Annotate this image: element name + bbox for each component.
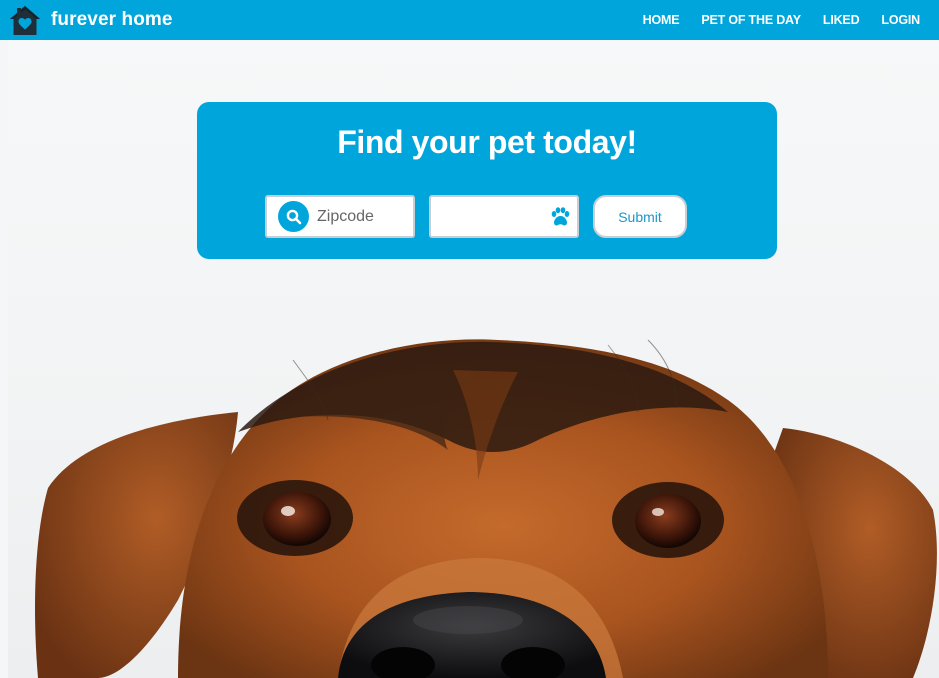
nav-liked[interactable]: LIKED (823, 13, 860, 27)
nav-home[interactable]: HOME (643, 13, 680, 27)
search-title: Find your pet today! (337, 124, 637, 160)
top-navbar: furever home HOME PET OF THE DAY LIKED L… (0, 0, 939, 40)
submit-button[interactable]: Submit (593, 195, 687, 238)
pet-type-field[interactable] (429, 195, 579, 238)
main-nav: HOME PET OF THE DAY LIKED LOGIN (632, 13, 931, 27)
brand-name: furever home (51, 9, 173, 30)
paw-icon (551, 206, 570, 225)
zipcode-field[interactable] (265, 195, 415, 238)
nav-login[interactable]: LOGIN (881, 13, 920, 27)
nav-pet-of-the-day[interactable]: PET OF THE DAY (701, 13, 801, 27)
house-heart-icon (10, 6, 40, 35)
search-icon (278, 201, 309, 232)
search-card: Find your pet today! Submit (197, 102, 777, 259)
brand-link[interactable]: furever home (9, 4, 173, 36)
pet-type-input[interactable] (439, 208, 549, 225)
zipcode-input[interactable] (317, 207, 409, 226)
